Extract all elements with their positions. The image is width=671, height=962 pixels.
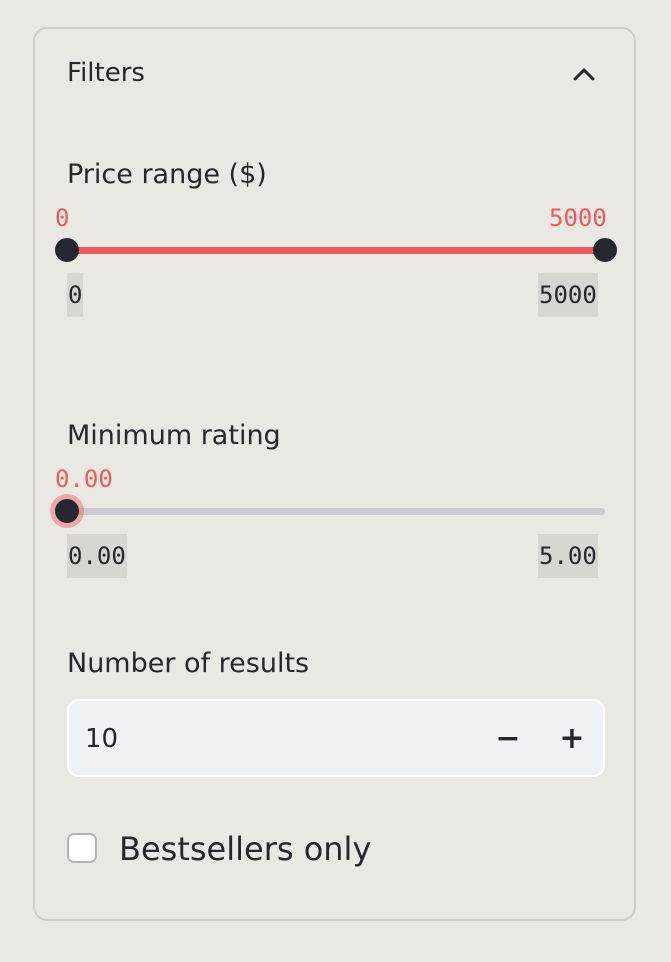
bestsellers-checkbox[interactable] — [67, 833, 97, 863]
min-rating-label: Minimum rating — [67, 420, 281, 451]
price-max-tick-label: 5000 — [538, 273, 598, 317]
price-range-max-thumb[interactable] — [593, 238, 617, 262]
results-number-input[interactable]: 10 − + — [67, 699, 605, 777]
price-range-fill — [67, 247, 605, 254]
decrement-button[interactable]: − — [486, 717, 530, 761]
price-low-value: 0 — [55, 204, 70, 232]
chevron-up-icon[interactable] — [571, 61, 597, 87]
price-range-label: Price range ($) — [67, 159, 267, 190]
price-high-value: 5000 — [549, 204, 607, 232]
rating-track[interactable] — [67, 508, 605, 515]
rating-min-tick-label: 0.00 — [67, 534, 127, 578]
filters-title: Filters — [67, 58, 145, 88]
bestsellers-label[interactable]: Bestsellers only — [119, 829, 371, 869]
increment-button[interactable]: + — [550, 717, 594, 761]
filters-panel: Filters Price range ($) 0 5000 0 5000 Mi… — [33, 27, 636, 921]
price-min-tick-label: 0 — [67, 273, 84, 317]
results-value[interactable]: 10 — [85, 723, 118, 755]
rating-thumb[interactable] — [55, 499, 79, 523]
price-range-track[interactable] — [67, 247, 605, 254]
rating-value: 0.00 — [55, 465, 113, 493]
rating-max-tick-label: 5.00 — [538, 534, 598, 578]
price-range-min-thumb[interactable] — [55, 238, 79, 262]
results-label: Number of results — [67, 648, 310, 679]
